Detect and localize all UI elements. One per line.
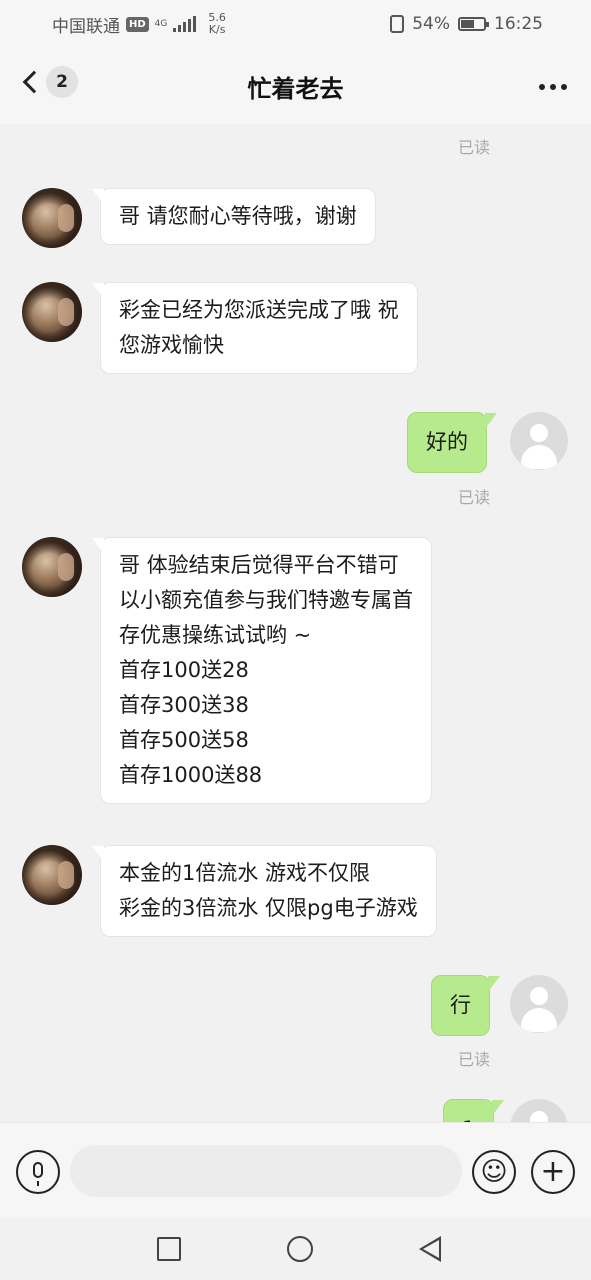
network-type: 4G xyxy=(154,18,168,29)
chat-header: 2 忙着老去 xyxy=(0,48,591,124)
outgoing-message[interactable]: 好的 xyxy=(407,412,497,473)
read-receipt: 已读 xyxy=(458,1050,491,1069)
emoji-icon: ☺ xyxy=(480,1157,508,1187)
contact-avatar[interactable] xyxy=(22,282,82,342)
home-icon[interactable] xyxy=(287,1236,313,1262)
user-avatar[interactable] xyxy=(510,412,568,470)
status-bar: 中国联通 HD 4G 5.6 K/s 54% 16:25 xyxy=(0,0,591,48)
read-receipt: 已读 xyxy=(458,488,491,507)
outgoing-message[interactable]: 行 xyxy=(431,975,500,1036)
contact-avatar[interactable] xyxy=(22,845,82,905)
speed-unit: K/s xyxy=(208,23,226,36)
chat-title: 忙着老去 xyxy=(247,74,344,103)
status-right: 54% 16:25 xyxy=(390,14,543,34)
emoji-button[interactable]: ☺ xyxy=(472,1150,516,1194)
incoming-message[interactable]: 哥 体验结束后觉得平台不错可 以小额充值参与我们特邀专属首 存优惠操练试试哟 ~… xyxy=(92,537,432,804)
signal-icon xyxy=(173,16,197,32)
more-options-button[interactable] xyxy=(539,84,567,90)
contact-avatar[interactable] xyxy=(22,537,82,597)
vibrate-icon xyxy=(390,15,405,33)
plus-button[interactable]: + xyxy=(531,1150,575,1194)
battery-percent: 54% xyxy=(412,14,450,34)
outgoing-message[interactable]: 1 xyxy=(443,1099,505,1122)
input-bar: ☺ + xyxy=(0,1122,591,1218)
microphone-icon xyxy=(33,1162,43,1186)
status-left: 中国联通 HD 4G 5.6 K/s xyxy=(52,12,226,37)
back-button[interactable]: 2 xyxy=(20,66,78,98)
plus-icon: + xyxy=(540,1154,566,1189)
hd-badge: HD xyxy=(126,16,149,32)
more-dots-icon xyxy=(539,84,545,90)
unread-count-badge: 2 xyxy=(46,66,78,98)
battery-icon xyxy=(458,17,489,31)
clock: 16:25 xyxy=(494,14,543,34)
message-list[interactable]: 已读 哥 请您耐心等待哦，谢谢 彩金已经为您派送完成了哦 祝 您游戏愉快 好的 … xyxy=(0,124,591,1122)
contact-avatar[interactable] xyxy=(22,188,82,248)
message-input[interactable] xyxy=(70,1145,462,1197)
user-avatar[interactable] xyxy=(510,975,568,1033)
user-avatar[interactable] xyxy=(510,1099,568,1122)
chevron-left-icon xyxy=(22,70,46,94)
incoming-message[interactable]: 哥 请您耐心等待哦，谢谢 xyxy=(92,188,376,245)
network-speed: 5.6 K/s xyxy=(208,12,226,36)
system-nav-bar xyxy=(0,1218,591,1280)
read-receipt: 已读 xyxy=(458,138,491,157)
incoming-message[interactable]: 本金的1倍流水 游戏不仅限 彩金的3倍流水 仅限pg电子游戏 xyxy=(92,845,437,937)
incoming-message[interactable]: 彩金已经为您派送完成了哦 祝 您游戏愉快 xyxy=(92,282,418,374)
voice-button[interactable] xyxy=(16,1150,60,1194)
recents-icon[interactable] xyxy=(157,1237,181,1261)
back-triangle-icon[interactable] xyxy=(419,1236,441,1262)
carrier-name: 中国联通 xyxy=(52,16,120,37)
battery-fill xyxy=(461,20,474,28)
